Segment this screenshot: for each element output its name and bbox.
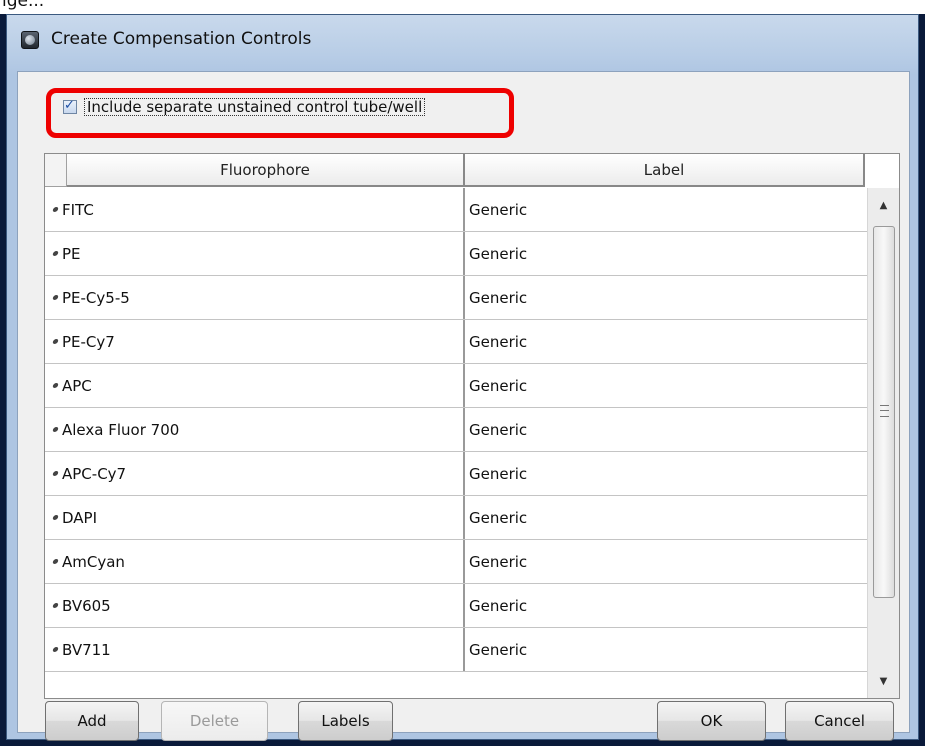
fluorophore-cell[interactable]: AmCyan [45,540,465,583]
grip-icon [880,405,889,417]
title-bar[interactable]: Create Compensation Controls [7,15,918,71]
labels-button[interactable]: Labels [298,701,393,741]
app-icon [21,31,39,49]
table-body: FITC Generic PE Generic PE-Cy5-5 Generic PE… [45,188,867,672]
table-row[interactable]: FITC Generic [45,188,867,232]
add-button[interactable]: Add [45,701,139,741]
fluorophore-text: BV605 [62,596,111,615]
fluorophore-text: PE-Cy5-5 [62,288,130,307]
label-cell[interactable]: Generic [465,452,865,495]
ok-button[interactable]: OK [657,701,766,741]
row-marker-icon [52,295,59,300]
fluorophore-cell[interactable]: PE [45,232,465,275]
fluorophore-cell[interactable]: PE-Cy5-5 [45,276,465,319]
fluorophore-cell[interactable]: APC [45,364,465,407]
fluorophore-cell[interactable]: APC-Cy7 [45,452,465,495]
fluorophore-text: FITC [62,200,94,219]
label-cell[interactable]: Generic [465,408,865,451]
fluorophore-text: AmCyan [62,552,125,571]
table-row[interactable]: PE-Cy7 Generic [45,320,867,364]
table-row[interactable]: Alexa Fluor 700 Generic [45,408,867,452]
column-header-fluorophore[interactable]: Fluorophore [67,154,465,187]
label-cell[interactable]: Generic [465,232,865,275]
row-marker-icon [52,603,59,608]
page-text-fragment: ige... [0,0,925,14]
row-marker-icon [52,515,59,520]
vertical-scrollbar[interactable]: ▲ ▼ [867,188,899,698]
fluorophore-text: PE-Cy7 [62,332,115,351]
fluorophore-cell[interactable]: BV605 [45,584,465,627]
red-highlight-annotation [46,88,514,138]
fluorophore-cell[interactable]: Alexa Fluor 700 [45,408,465,451]
scroll-thumb[interactable] [873,226,895,598]
fluorophore-text: APC-Cy7 [62,464,127,483]
label-cell[interactable]: Generic [465,188,865,231]
delete-button[interactable]: Delete [161,701,268,741]
fluorophore-cell[interactable]: BV711 [45,628,465,671]
dialog-content: ✓ Include separate unstained control tub… [17,71,910,741]
table-row[interactable]: APC Generic [45,364,867,408]
dialog-window: Create Compensation Controls ✓ Include s… [6,14,919,741]
column-header-label[interactable]: Label [465,154,865,187]
fluorophore-text: DAPI [62,508,98,527]
row-marker-icon [52,251,59,256]
row-marker-icon [52,339,59,344]
row-marker-icon [52,471,59,476]
row-marker-icon [52,207,59,212]
table-row[interactable]: PE-Cy5-5 Generic [45,276,867,320]
row-marker-icon [52,559,59,564]
fluorophore-text: Alexa Fluor 700 [62,420,180,439]
label-cell[interactable]: Generic [465,496,865,539]
fluorophore-cell[interactable]: PE-Cy7 [45,320,465,363]
scroll-down-arrow-icon[interactable]: ▼ [868,664,899,698]
label-cell[interactable]: Generic [465,320,865,363]
table-row[interactable]: BV605 Generic [45,584,867,628]
fluorophore-text: BV711 [62,640,111,659]
header-corner [45,154,67,187]
table-row[interactable]: APC-Cy7 Generic [45,452,867,496]
label-cell[interactable]: Generic [465,584,865,627]
window-title: Create Compensation Controls [51,29,312,49]
row-marker-icon [52,647,59,652]
table-header: Fluorophore Label [45,154,867,188]
fluorophore-cell[interactable]: FITC [45,188,465,231]
fluorophore-table: Fluorophore Label FITC Generic PE Generic … [44,153,900,699]
table-row[interactable]: BV711 Generic [45,628,867,672]
cancel-button[interactable]: Cancel [785,701,894,741]
fluorophore-text: PE [62,244,81,263]
label-cell[interactable]: Generic [465,276,865,319]
row-marker-icon [52,427,59,432]
fluorophore-text: APC [62,376,92,395]
label-cell[interactable]: Generic [465,628,865,671]
table-row[interactable]: AmCyan Generic [45,540,867,584]
fluorophore-cell[interactable]: DAPI [45,496,465,539]
table-row[interactable]: PE Generic [45,232,867,276]
row-marker-icon [52,383,59,388]
table-row[interactable]: DAPI Generic [45,496,867,540]
scroll-up-arrow-icon[interactable]: ▲ [868,188,899,222]
label-cell[interactable]: Generic [465,364,865,407]
label-cell[interactable]: Generic [465,540,865,583]
